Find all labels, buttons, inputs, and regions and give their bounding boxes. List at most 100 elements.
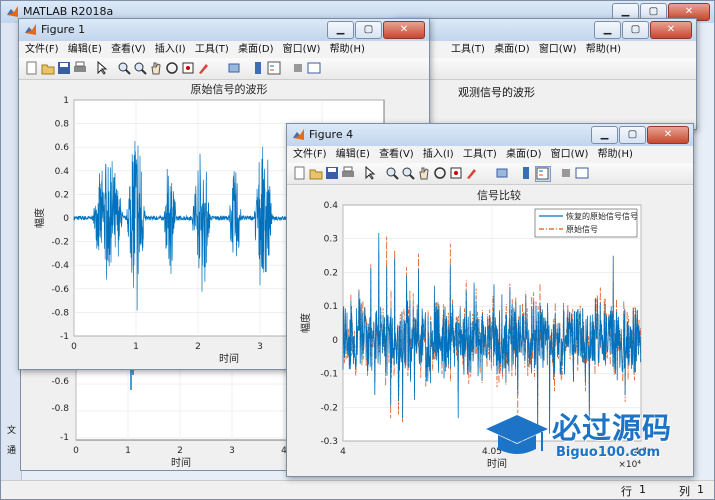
figure-observed-window[interactable]: ▁ ▢ ✕ 工具(T) 桌面(D) 窗口(W) 帮助(H) 观测信号的波形 [395,18,697,130]
figure4-title: Figure 4 [309,128,354,141]
data-cursor-icon[interactable] [181,61,195,75]
figure1-plot-title: 原始信号的波形 [191,82,268,96]
menu-insert[interactable]: 插入(I) [423,146,454,163]
left-strip-char-2: 通 [7,446,17,456]
pointer-icon[interactable] [363,166,377,180]
graduation-cap-icon [486,415,548,454]
ytick-label: 0.2 [324,268,338,278]
pan-icon[interactable] [417,166,431,180]
link-icon[interactable] [495,166,509,180]
figure-observed-maximize-button[interactable]: ▢ [622,21,649,39]
figure-icon [25,24,36,35]
open-icon[interactable] [41,61,55,75]
xtick-label: 1 [133,342,139,352]
rotate-icon[interactable] [433,166,447,180]
menu-help[interactable]: 帮助(H) [598,146,633,163]
ytick-label: 0.4 [55,167,70,177]
ytick-label: -0.6 [51,285,69,295]
ytick-label: 0 [63,214,69,224]
zoom-in-icon[interactable] [117,61,131,75]
legend-icon[interactable] [535,166,551,182]
figure4-maximize-button[interactable]: ▢ [619,126,646,144]
figure1-xlabel: 时间 [219,352,239,365]
brush-icon[interactable] [197,61,211,75]
menu-view[interactable]: 查看(V) [379,146,414,163]
zoom-in-icon[interactable] [385,166,399,180]
figure4-toolbar [287,163,693,185]
figure1-maximize-button[interactable]: ▢ [355,21,382,39]
lower-xtick-1: 1 [125,446,131,456]
menu-file[interactable]: 文件(F) [293,146,327,163]
figure1-titlebar[interactable]: Figure 1 ▁ ▢ ✕ [19,19,429,41]
menu-help[interactable]: 帮助(H) [586,41,621,58]
figure-observed-minimize-button[interactable]: ▁ [594,21,621,39]
figure1-lower-axes: -0.6 -0.8 -1 0 1 2 3 4 时间 [51,359,292,469]
ytick-label: -0.2 [320,403,338,413]
status-col-label: 列 [679,485,690,498]
figure4-plot-title: 信号比较 [477,188,521,202]
menu-desktop[interactable]: 桌面(D) [238,41,274,58]
figure4-minimize-button[interactable]: ▁ [591,126,618,144]
data-cursor-icon[interactable] [449,166,463,180]
menu-help[interactable]: 帮助(H) [330,41,365,58]
menu-desktop[interactable]: 桌面(D) [506,146,542,163]
brush-icon[interactable] [465,166,479,180]
menu-tools[interactable]: 工具(T) [451,41,485,58]
ytick-label: 0.6 [55,143,70,153]
menu-file[interactable]: 文件(F) [25,41,59,58]
menu-window[interactable]: 窗口(W) [539,41,577,58]
zoom-out-icon[interactable] [401,166,415,180]
open-icon[interactable] [309,166,323,180]
menu-edit[interactable]: 编辑(E) [68,41,102,58]
menu-tools[interactable]: 工具(T) [463,146,497,163]
print-icon[interactable] [73,61,87,75]
colorbar-icon[interactable] [519,166,533,180]
print-icon[interactable] [341,166,355,180]
watermark-url: Biguo100.com [556,445,661,460]
save-icon[interactable] [325,166,339,180]
menu-window[interactable]: 窗口(W) [551,146,589,163]
menu-window[interactable]: 窗口(W) [283,41,321,58]
save-icon[interactable] [57,61,71,75]
ytick-label: 0 [332,336,338,346]
legend[interactable]: 恢复的原始信号信号 原始信号 [534,208,638,238]
figure1-minimize-button[interactable]: ▁ [327,21,354,39]
ytick-label: 1 [63,96,69,106]
hide-tools-icon[interactable] [559,166,573,180]
legend-label-recovered: 恢复的原始信号信号 [566,211,638,221]
new-figure-icon[interactable] [25,61,39,75]
lower-xtick-3: 3 [229,446,235,456]
ytick-label: -0.8 [51,308,69,318]
legend-label-original: 原始信号 [566,224,598,234]
figure1-close-button[interactable]: ✕ [383,21,425,39]
colorbar-icon[interactable] [251,61,265,75]
new-figure-icon[interactable] [293,166,307,180]
figure4-titlebar[interactable]: Figure 4 ▁ ▢ ✕ [287,124,693,146]
legend-icon[interactable] [267,61,281,75]
figure4-close-button[interactable]: ✕ [647,126,689,144]
menu-insert[interactable]: 插入(I) [155,41,186,58]
link-icon[interactable] [227,61,241,75]
show-tools-icon[interactable] [307,61,321,75]
lower-xtick-2: 2 [177,446,183,456]
figure1-menubar: 文件(F) 编辑(E) 查看(V) 插入(I) 工具(T) 桌面(D) 窗口(W… [19,41,429,58]
status-col-value: 1 [697,483,704,496]
menu-tools[interactable]: 工具(T) [195,41,229,58]
show-tools-icon[interactable] [575,166,589,180]
menu-view[interactable]: 查看(V) [111,41,146,58]
figure4-menubar: 文件(F) 编辑(E) 查看(V) 插入(I) 工具(T) 桌面(D) 窗口(W… [287,146,693,163]
menu-edit[interactable]: 编辑(E) [336,146,370,163]
pan-icon[interactable] [149,61,163,75]
ytick-label: -0.3 [320,437,338,447]
figure-observed-titlebar[interactable]: ▁ ▢ ✕ [396,19,696,41]
ytick-label: 0.8 [55,120,70,130]
main-window-title: MATLAB R2018a [23,5,114,18]
menu-desktop[interactable]: 桌面(D) [494,41,530,58]
pointer-icon[interactable] [95,61,109,75]
ytick-label: 0.4 [324,201,339,211]
hide-tools-icon[interactable] [291,61,305,75]
rotate-icon[interactable] [165,61,179,75]
figure-observed-close-button[interactable]: ✕ [650,21,692,39]
lower-xlabel: 时间 [171,456,191,469]
zoom-out-icon[interactable] [133,61,147,75]
